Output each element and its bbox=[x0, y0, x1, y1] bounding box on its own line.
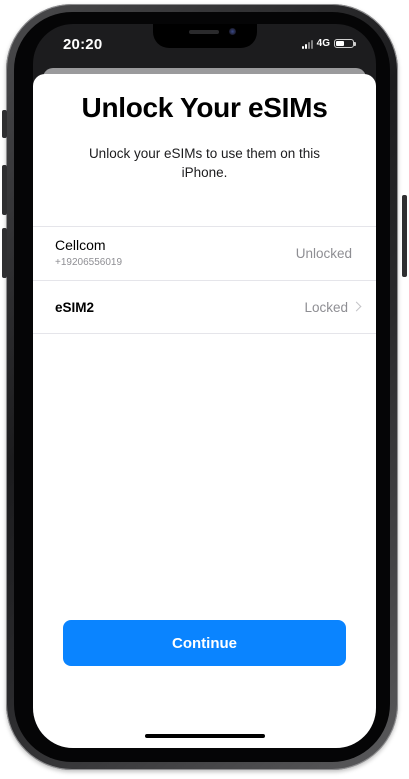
silent-switch bbox=[2, 110, 7, 138]
device-mockup: 20:20 4G Unlock Your eSIMs Unlock your e… bbox=[0, 0, 409, 779]
volume-up-button bbox=[2, 165, 7, 215]
home-indicator[interactable] bbox=[144, 734, 265, 738]
esim-row-cellcom[interactable]: Cellcom +19206556019 Unlocked bbox=[33, 226, 376, 280]
esim-name: Cellcom bbox=[55, 237, 106, 253]
esim-list: Cellcom +19206556019 Unlocked eSIM2 Lock… bbox=[33, 226, 376, 334]
continue-button[interactable]: Continue bbox=[63, 620, 346, 666]
esim-phone-number: +19206556019 bbox=[55, 257, 123, 268]
notch bbox=[153, 24, 257, 48]
esim-status: Unlocked bbox=[295, 246, 352, 261]
status-bar: 20:20 4G bbox=[33, 24, 376, 70]
unlock-esims-sheet: Unlock Your eSIMs Unlock your eSIMs to u… bbox=[33, 74, 376, 748]
network-type: 4G bbox=[316, 38, 330, 49]
volume-down-button bbox=[2, 228, 7, 278]
page-subtitle: Unlock your eSIMs to use them on this iP… bbox=[88, 146, 321, 180]
battery-icon bbox=[334, 39, 356, 48]
cellular-signal-icon bbox=[301, 39, 313, 49]
power-button bbox=[402, 195, 407, 277]
page-title: Unlock Your eSIMs bbox=[81, 92, 328, 123]
status-time: 20:20 bbox=[63, 36, 103, 53]
status-indicators: 4G bbox=[301, 38, 356, 49]
esim-row-esim2[interactable]: eSIM2 Locked bbox=[33, 280, 376, 334]
esim-name: eSIM2 bbox=[55, 300, 95, 315]
chevron-right-icon bbox=[351, 301, 362, 312]
earpiece-speaker bbox=[189, 30, 219, 34]
esim-status: Locked bbox=[304, 300, 348, 315]
screen: 20:20 4G Unlock Your eSIMs Unlock your e… bbox=[33, 24, 376, 748]
front-camera-icon bbox=[229, 28, 236, 35]
